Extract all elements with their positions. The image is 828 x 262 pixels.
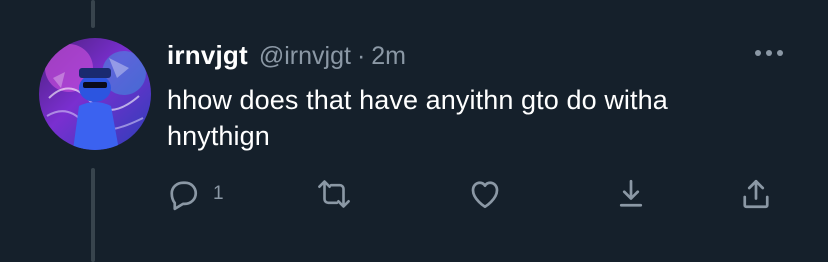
- retweet-icon: [315, 176, 353, 212]
- like-button[interactable]: [467, 174, 503, 214]
- thread-line-bottom: [91, 168, 95, 262]
- share-button[interactable]: [738, 174, 774, 214]
- separator-dot: ·: [356, 42, 366, 70]
- username-handle[interactable]: @irnvjgt: [259, 42, 351, 71]
- like-icon: [467, 176, 503, 212]
- download-icon: [613, 176, 649, 212]
- reply-count: 1: [213, 183, 224, 204]
- thread-line-top: [91, 0, 95, 28]
- more-icon: [754, 44, 784, 62]
- display-name[interactable]: irnvjgt: [167, 40, 248, 71]
- download-button[interactable]: [613, 174, 649, 214]
- tweet-text: hhow does that have anyithn gto do witha…: [167, 85, 668, 151]
- share-icon: [738, 176, 774, 212]
- avatar[interactable]: [39, 38, 151, 150]
- more-options-button[interactable]: [752, 38, 786, 68]
- timestamp[interactable]: 2m: [371, 42, 406, 71]
- tweet[interactable]: irnvjgt @irnvjgt · 2m hhow does that hav…: [0, 0, 828, 262]
- retweet-button[interactable]: [315, 174, 353, 214]
- tweet-header: irnvjgt @irnvjgt · 2m: [167, 40, 406, 74]
- tweet-actions: 1: [165, 174, 785, 214]
- reply-icon: [165, 176, 201, 212]
- reply-button[interactable]: 1: [165, 174, 224, 214]
